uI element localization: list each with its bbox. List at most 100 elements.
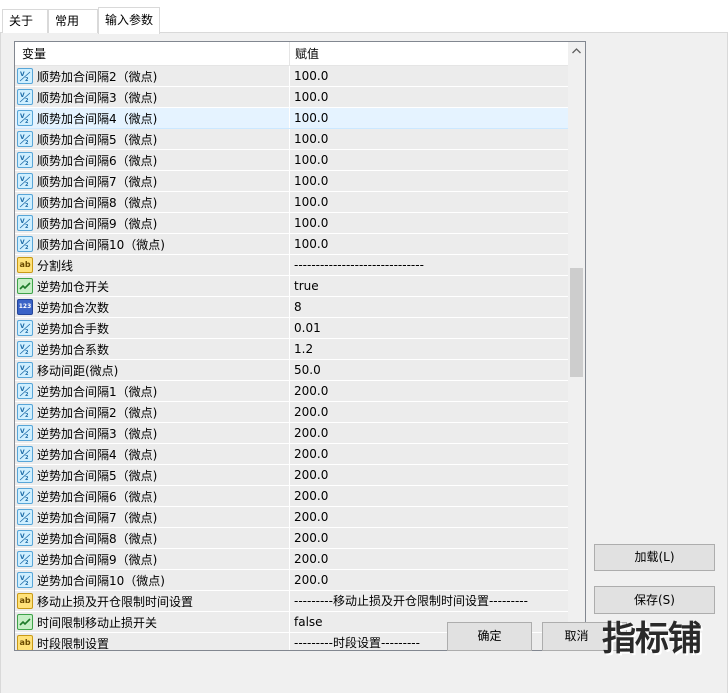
parameter-row[interactable]: V 2 顺势加合间隔5（微点) 100.0 [15,129,568,150]
parameter-row[interactable]: V 2 顺势加合间隔3（微点) 100.0 [15,87,568,108]
parameter-value-cell[interactable]: 0.01 [291,318,568,338]
double-value-icon: V2 [17,509,33,525]
parameter-row[interactable]: V 2 逆势加合间隔10（微点) 200.0 [15,570,568,591]
double-value-icon: V2 [17,110,33,126]
parameter-row[interactable]: V 2 逆势加合间隔3（微点) 200.0 [15,423,568,444]
svg-text:2: 2 [25,119,29,124]
parameter-name: 逆势加合间隔5（微点) [37,468,158,483]
parameter-value-cell[interactable]: 100.0 [291,213,568,233]
parameter-row[interactable]: V 2 逆势加合间隔9（微点) 200.0 [15,549,568,570]
parameter-row[interactable]: ab 移动止损及开仓限制时间设置 ---------移动止损及开仓限制时间设置---… [15,591,568,612]
column-header-value[interactable]: 赋值 [290,42,568,66]
parameter-value-cell[interactable]: 100.0 [291,192,568,212]
parameter-row[interactable]: V 2 逆势加合间隔7（微点) 200.0 [15,507,568,528]
parameter-name: 顺势加合间隔8（微点) [37,195,158,210]
parameter-value-cell[interactable]: 100.0 [291,108,568,128]
parameter-name: 分割线 [37,258,74,273]
string-value-icon: ab [17,593,33,609]
svg-text:2: 2 [25,98,29,103]
parameter-row[interactable]: ab 分割线 ------------------------------ [15,255,568,276]
svg-text:2: 2 [25,203,29,208]
parameter-row[interactable]: 逆势加仓开关 true [15,276,568,297]
double-value-icon: V2 [17,530,33,546]
svg-text:2: 2 [25,476,29,481]
parameter-name-cell: 逆势加仓开关 [15,276,290,296]
svg-text:2: 2 [25,140,29,145]
parameter-value-cell[interactable]: ---------移动止损及开仓限制时间设置--------- [291,591,568,611]
parameter-value-cell[interactable]: 200.0 [291,423,568,443]
tab-about[interactable]: 关于 [2,9,48,33]
parameter-value-cell[interactable]: 200.0 [291,570,568,590]
parameter-name: 逆势加合间隔6（微点) [37,489,158,504]
vertical-scrollbar[interactable] [568,42,585,650]
parameter-value-cell[interactable]: 100.0 [291,171,568,191]
tab-common[interactable]: 常用 [48,9,98,33]
scroll-up-button[interactable] [568,42,585,59]
parameter-row[interactable]: V 2 顺势加合间隔6（微点) 100.0 [15,150,568,171]
parameter-row[interactable]: 123 逆势加合次数 8 [15,297,568,318]
parameter-value-cell[interactable]: 8 [291,297,568,317]
parameter-row[interactable]: V 2 顺势加合间隔9（微点) 100.0 [15,213,568,234]
parameter-value-cell[interactable]: 200.0 [291,381,568,401]
parameter-value-cell[interactable]: 100.0 [291,234,568,254]
parameter-row[interactable]: V 2 顺势加合间隔7（微点) 100.0 [15,171,568,192]
parameter-name-cell: V 2 逆势加合间隔5（微点) [15,465,290,485]
scrollbar-thumb[interactable] [570,268,583,377]
parameter-value-cell[interactable]: 100.0 [291,129,568,149]
parameter-name-cell: 123 逆势加合次数 [15,297,290,317]
parameter-name-cell: V 2 顺势加合间隔8（微点) [15,192,290,212]
parameter-value-cell[interactable]: 200.0 [291,444,568,464]
column-header-variable[interactable]: 变量 [15,42,290,66]
parameter-row[interactable]: V 2 逆势加合间隔6（微点) 200.0 [15,486,568,507]
parameter-value-cell[interactable]: ------------------------------ [291,255,568,275]
parameter-row[interactable]: V 2 移动间距(微点) 50.0 [15,360,568,381]
parameter-value-cell[interactable]: 200.0 [291,549,568,569]
double-value-icon: V2 [17,551,33,567]
parameter-name: 逆势加合手数 [37,321,110,336]
svg-text:2: 2 [25,392,29,397]
svg-text:2: 2 [25,161,29,166]
parameter-row[interactable]: V 2 逆势加合手数 0.01 [15,318,568,339]
parameter-row[interactable]: V 2 逆势加合间隔2（微点) 200.0 [15,402,568,423]
parameter-row[interactable]: V 2 逆势加合间隔8（微点) 200.0 [15,528,568,549]
parameter-name: 逆势加仓开关 [37,279,110,294]
parameter-row[interactable]: V 2 逆势加合间隔5（微点) 200.0 [15,465,568,486]
parameter-row[interactable]: V 2 逆势加合系数 1.2 [15,339,568,360]
svg-text:2: 2 [25,77,29,82]
parameter-name: 逆势加合间隔2（微点) [37,405,158,420]
double-value-icon: V2 [17,341,33,357]
parameter-name-cell: 时间限制移动止损开关 [15,612,290,632]
save-button[interactable]: 保存(S) [594,586,715,614]
parameter-name-cell: V 2 顺势加合间隔2（微点) [15,66,290,86]
parameter-name-cell: V 2 逆势加合间隔8（微点) [15,528,290,548]
parameter-row[interactable]: V 2 逆势加合间隔1（微点) 200.0 [15,381,568,402]
load-button[interactable]: 加载(L) [594,544,715,571]
parameter-value-cell[interactable]: 100.0 [291,150,568,170]
parameter-row[interactable]: V 2 顺势加合间隔8（微点) 100.0 [15,192,568,213]
svg-text:2: 2 [25,518,29,523]
parameter-value-cell[interactable]: 100.0 [291,66,568,86]
parameter-value-cell[interactable]: 200.0 [291,402,568,422]
parameter-row[interactable]: V 2 顺势加合间隔2（微点) 100.0 [15,66,568,87]
parameter-value-cell[interactable]: 1.2 [291,339,568,359]
bool-value-icon [17,614,33,630]
parameter-row[interactable]: V 2 逆势加合间隔4（微点) 200.0 [15,444,568,465]
parameter-value-cell[interactable]: 200.0 [291,486,568,506]
svg-text:2: 2 [25,329,29,334]
parameter-value-cell[interactable]: 100.0 [291,87,568,107]
parameter-name-cell: V 2 顺势加合间隔5（微点) [15,129,290,149]
svg-text:2: 2 [25,497,29,502]
parameter-value-cell[interactable]: 200.0 [291,507,568,527]
parameter-name: 顺势加合间隔5（微点) [37,132,158,147]
parameter-row[interactable]: V 2 顺势加合间隔10（微点) 100.0 [15,234,568,255]
parameter-name-cell: V 2 顺势加合间隔4（微点) [15,108,290,128]
svg-text:2: 2 [25,539,29,544]
ok-button[interactable]: 确定 [447,622,532,651]
int-value-icon: 123 [17,299,33,315]
parameter-value-cell[interactable]: 200.0 [291,528,568,548]
parameter-value-cell[interactable]: 50.0 [291,360,568,380]
parameter-row[interactable]: V 2 顺势加合间隔4（微点) 100.0 [15,108,568,129]
tab-inputs[interactable]: 输入参数 [98,7,160,34]
parameter-value-cell[interactable]: 200.0 [291,465,568,485]
parameter-value-cell[interactable]: true [291,276,568,296]
